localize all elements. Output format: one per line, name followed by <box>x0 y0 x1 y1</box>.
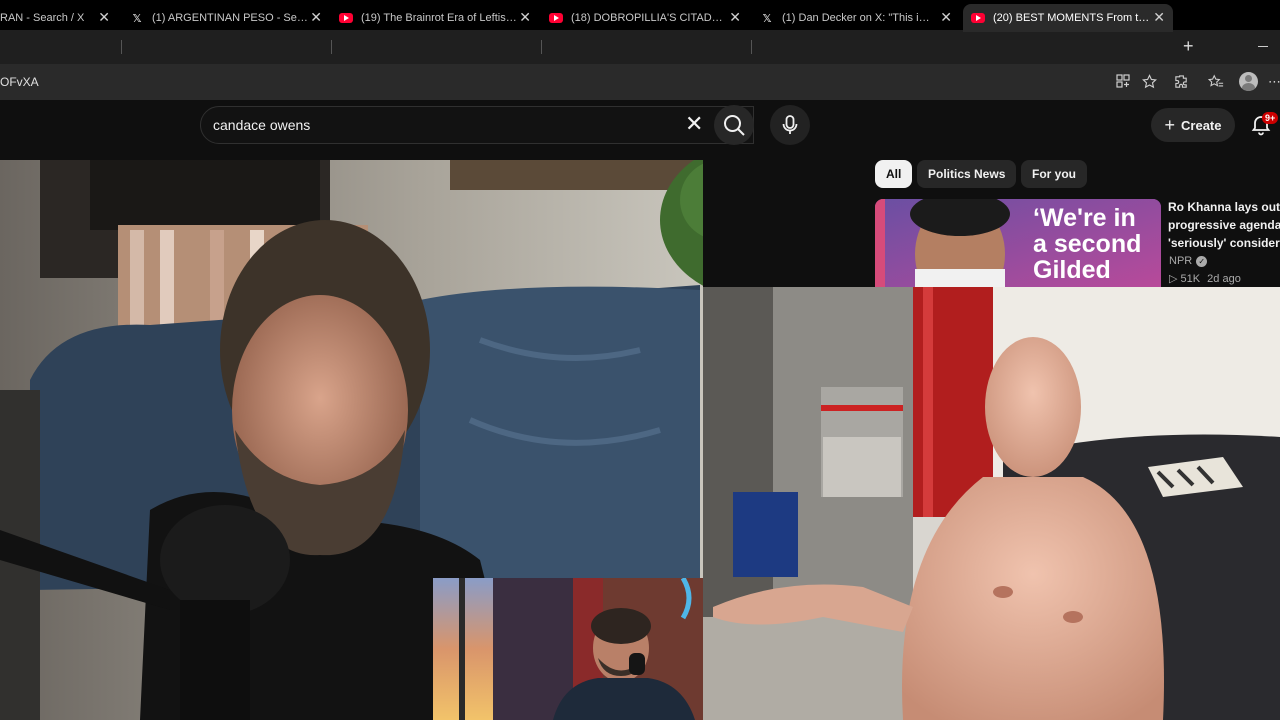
tab-title: (19) The Brainrot Era of Leftist Me <box>361 12 519 24</box>
new-tab-icon[interactable]: + <box>1183 36 1194 57</box>
browser-tab-1[interactable]: RAN - Search / X ✕ <box>0 4 118 32</box>
notification-count-badge: 9+ <box>1262 112 1279 124</box>
chip-for-you[interactable]: For you <box>1021 160 1087 188</box>
video-frame-inset <box>433 578 703 720</box>
x-logo-icon: 𝕏 <box>762 12 772 25</box>
youtube-icon <box>549 12 563 24</box>
channel-name: NPR <box>1169 255 1193 267</box>
tab-separator <box>541 40 542 54</box>
browser-tab-bar <box>0 30 1280 64</box>
tab-title: (18) DOBROPILLIA'S CITADEL UN <box>571 12 729 24</box>
tab-close-icon[interactable]: ✕ <box>940 10 952 24</box>
bookmark-star-icon[interactable] <box>1141 74 1157 90</box>
create-button[interactable]: + Create <box>1151 108 1235 142</box>
chip-all[interactable]: All <box>875 160 913 188</box>
youtube-icon <box>971 12 985 24</box>
video-frame-room <box>703 287 1280 720</box>
x-logo-icon: 𝕏 <box>132 12 142 25</box>
browser-tab-5[interactable]: 𝕏 (1) Dan Decker on X: "This is the r ✕ <box>760 4 960 32</box>
search-icon <box>724 115 745 136</box>
extensions-icon[interactable] <box>1173 74 1189 90</box>
overlay-video[interactable] <box>703 287 1280 720</box>
browser-tab-active[interactable]: (20) BEST MOMENTS From the Ar ✕ <box>963 4 1173 32</box>
recommended-video-title[interactable]: Ro Khanna lays out progressive agenda 's… <box>1168 198 1280 252</box>
clear-search-icon[interactable]: ✕ <box>685 112 703 136</box>
play-icon: ▷ <box>1169 273 1178 285</box>
tab-title: (20) BEST MOMENTS From the Ar <box>993 12 1151 24</box>
thumbnail-caption: ‘We're in a second Gilded <box>1033 205 1141 283</box>
search-button[interactable] <box>714 105 754 145</box>
favorites-icon[interactable] <box>1207 74 1224 90</box>
recommended-channel[interactable]: NPR ✓ <box>1169 255 1208 267</box>
thumbnail-caption-line: a second <box>1033 230 1142 258</box>
tab-title: RAN - Search / X <box>0 12 85 24</box>
tab-close-icon[interactable]: ✕ <box>310 10 322 24</box>
upload-age: 2d ago <box>1207 273 1241 285</box>
browser-tab-2[interactable]: 𝕏 (1) ARGENTINAN PESO - Search / ✕ <box>130 4 330 32</box>
thumbnail-caption-line: ‘We're in <box>1033 204 1136 232</box>
address-bar <box>0 64 1280 101</box>
search-input[interactable]: candace owens <box>213 117 310 133</box>
youtube-icon <box>339 12 353 24</box>
tab-title: (1) Dan Decker on X: "This is the r <box>782 12 934 24</box>
url-text[interactable]: OFvXA <box>0 75 39 89</box>
microphone-icon <box>782 115 798 134</box>
tab-close-icon[interactable]: ✕ <box>98 10 110 24</box>
create-label: Create <box>1181 117 1222 133</box>
verified-check-icon: ✓ <box>1196 255 1208 267</box>
voice-search-button[interactable] <box>770 105 810 145</box>
app-install-icon[interactable] <box>1115 74 1131 90</box>
tab-separator <box>331 40 332 54</box>
minimize-icon[interactable] <box>1258 46 1268 47</box>
tab-title: (1) ARGENTINAN PESO - Search / <box>152 12 310 24</box>
recommended-stats: ▷ 51K 2d ago <box>1169 272 1241 285</box>
browser-tab-3[interactable]: (19) The Brainrot Era of Leftist Me ✕ <box>339 4 539 32</box>
profile-avatar[interactable] <box>1239 72 1258 91</box>
title-line: Ro Khanna lays out <box>1168 200 1280 214</box>
browser-tab-4[interactable]: (18) DOBROPILLIA'S CITADEL UN ✕ <box>549 4 749 32</box>
tab-separator <box>121 40 122 54</box>
tab-close-icon[interactable]: ✕ <box>519 10 531 24</box>
title-line: progressive agenda <box>1168 218 1280 232</box>
thumbnail-caption-line: Gilded <box>1033 256 1111 284</box>
more-menu-icon[interactable]: ⋯ <box>1268 74 1280 90</box>
title-line: 'seriously' considers <box>1168 236 1280 250</box>
view-count: 51K <box>1180 273 1201 285</box>
recommended-video-thumbnail[interactable]: ‘We're in a second Gilded <box>875 199 1161 287</box>
chip-politics-news[interactable]: Politics News <box>917 160 1017 188</box>
tab-separator <box>751 40 752 54</box>
tab-close-icon[interactable]: ✕ <box>1153 10 1165 24</box>
inset-video[interactable] <box>433 578 703 720</box>
plus-icon: + <box>1164 114 1176 135</box>
tab-close-icon[interactable]: ✕ <box>729 10 741 24</box>
